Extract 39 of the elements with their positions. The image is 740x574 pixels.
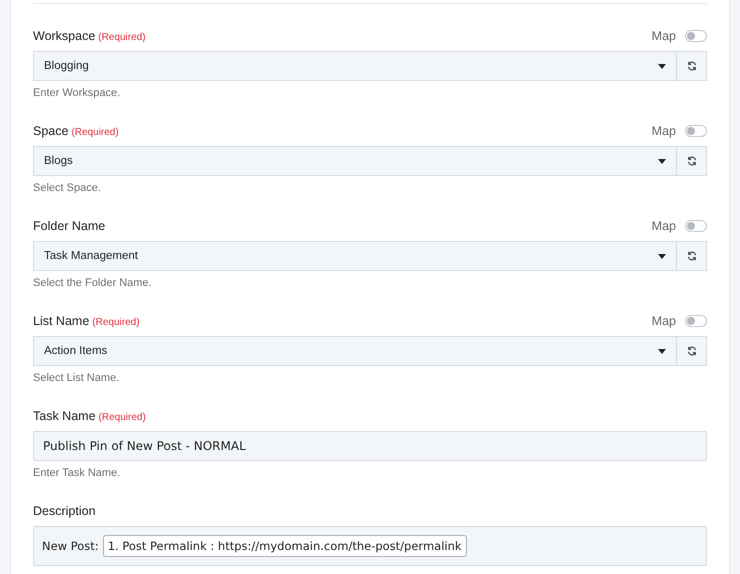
caret-icon [658, 158, 666, 164]
field-label: Task Name (Required) [33, 408, 146, 425]
dropdown-field[interactable]: Blogs [33, 146, 677, 176]
field-hint: Select List Name. [33, 372, 120, 384]
refresh-icon [686, 346, 696, 356]
map-label: Map [652, 124, 676, 138]
map-toggle[interactable] [685, 30, 707, 42]
map-label: Map [652, 219, 676, 233]
field-label: Description [33, 503, 96, 520]
refresh-button[interactable] [677, 241, 707, 271]
refresh-icon [686, 61, 696, 71]
field-hint: Select Space. [33, 182, 102, 194]
input-field[interactable]: Publish Pin of New Post - NORMAL [33, 431, 707, 461]
caret-icon [658, 348, 666, 354]
map-toggle[interactable] [685, 315, 707, 327]
field-label: Workspace (Required) [33, 28, 146, 45]
refresh-icon [686, 156, 696, 166]
field-label: List Name (Required) [33, 313, 140, 330]
refresh-icon [686, 251, 696, 261]
field-hint: Select the Folder Name. [33, 277, 153, 289]
map-toggle[interactable] [685, 125, 707, 137]
dropdown-field[interactable]: Blogging [33, 51, 677, 81]
map-label: Map [652, 29, 676, 43]
description-field[interactable]: New Post: 1. Post Permalink : https://mydomain.com/the-post/permalink [33, 526, 707, 566]
map-toggle[interactable] [685, 220, 707, 232]
dropdown-field[interactable]: Action Items [33, 336, 677, 366]
field-hint: Enter Task Name. [33, 467, 122, 479]
dropdown-field[interactable]: Task Management [33, 241, 677, 271]
refresh-button[interactable] [677, 146, 707, 176]
caret-icon [658, 254, 666, 258]
field-label: Space (Required) [33, 123, 119, 140]
field-hint: Enter Workspace. [33, 87, 122, 99]
refresh-button[interactable] [677, 336, 707, 366]
description-text: New Post: [42, 539, 99, 553]
field-label: Folder Name [33, 218, 106, 235]
map-label: Map [652, 314, 676, 328]
permalink-token[interactable]: 1. Post Permalink : https://mydomain.com/the-post/permalink [102, 535, 467, 557]
refresh-button[interactable] [677, 51, 707, 81]
caret-icon [658, 64, 666, 68]
